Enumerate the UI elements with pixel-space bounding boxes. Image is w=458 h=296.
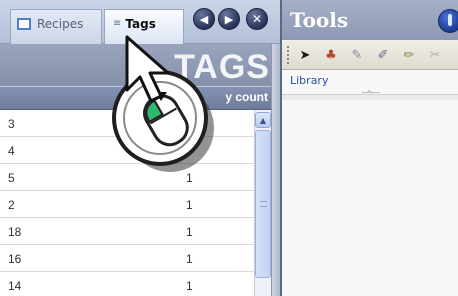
table-row[interactable]: 3 [0, 110, 254, 137]
close-button[interactable]: ✕ [246, 8, 268, 30]
grip-icon [260, 201, 267, 207]
tag-edit-tool-icon[interactable]: ✏ [400, 46, 418, 64]
pin-icon[interactable] [438, 9, 458, 33]
tools-toolbar: ➤ ♣ ✎ ✐ ✏ ✂ [282, 40, 458, 70]
tab-recipes-label: Recipes [37, 17, 84, 31]
tab-recipes[interactable]: Recipes [10, 9, 102, 44]
tag-remove-tool-icon[interactable]: ✂ [426, 46, 444, 64]
previous-button[interactable]: ◀ [193, 8, 215, 30]
tab-tags[interactable]: ≡ Tags [104, 9, 184, 44]
tag-count-cell: 1 [186, 171, 193, 185]
table-row[interactable]: 18 1 [0, 218, 254, 245]
chevron-up-icon: ▲ [259, 115, 267, 125]
arrow-left-icon: ◀ [199, 12, 209, 26]
table-row[interactable]: 21 [0, 191, 254, 218]
table-row[interactable]: 16 1 [0, 245, 254, 272]
table-header: y count [0, 86, 280, 110]
arrow-right-icon: ▶ [224, 12, 234, 26]
tag-id-cell: 5 [8, 171, 15, 185]
tags-table: 3 4 5 1 2 1 18 1 16 1 14 1 [0, 110, 254, 296]
tag-count-cell: 1 [186, 252, 193, 266]
tools-panel: Tools ➤ ♣ ✎ ✐ ✏ ✂ Library [280, 0, 458, 296]
column-header-count[interactable]: y count [225, 90, 268, 104]
tags-panel: Recipes ≡ Tags ◀ ▶ ✕ TAGS y count 345121… [0, 0, 280, 296]
tag-add-tool-icon[interactable]: ✐ [374, 46, 392, 64]
tags-banner: TAGS [0, 44, 280, 86]
tag-count-cell: 1 [186, 198, 193, 212]
table-row[interactable]: 51 [0, 164, 254, 191]
tools-title: Tools [290, 8, 349, 32]
tools-title-bar: Tools [282, 0, 458, 40]
toolbar-grip-icon[interactable] [287, 46, 290, 64]
next-button[interactable]: ▶ [218, 8, 240, 30]
tab-strip: Recipes ≡ Tags ◀ ▶ ✕ [0, 0, 280, 44]
tag-list-icon: ≡ [113, 18, 122, 29]
scroll-up-button[interactable]: ▲ [255, 112, 271, 128]
tag-id-cell: 3 [8, 117, 15, 131]
panel-divider[interactable] [271, 44, 280, 296]
tab-tags-label: Tags [125, 17, 156, 31]
library-content [282, 100, 458, 296]
page-title: TAGS [174, 48, 270, 86]
table-row[interactable]: 14 1 [0, 272, 254, 296]
tag-count-cell: 1 [186, 279, 193, 293]
tag-count-cell: 1 [186, 225, 193, 239]
tag-id-cell: 4 [8, 144, 15, 158]
recipe-box-icon [17, 18, 31, 30]
vertical-scrollbar[interactable]: ▲ [254, 110, 271, 296]
pointer-tool-icon[interactable]: ➤ [296, 46, 314, 64]
tag-id-cell: 2 [8, 198, 15, 212]
tag-id-cell: 14 [8, 279, 22, 293]
library-label: Library [290, 74, 329, 87]
stamp-tool-icon[interactable]: ♣ [322, 46, 340, 64]
scroll-thumb[interactable] [255, 130, 271, 278]
table-row[interactable]: 4 [0, 137, 254, 164]
tag-tool-icon[interactable]: ✎ [348, 46, 366, 64]
tag-id-cell: 16 [8, 252, 22, 266]
close-icon: ✕ [251, 12, 263, 26]
tag-id-cell: 18 [8, 225, 22, 239]
